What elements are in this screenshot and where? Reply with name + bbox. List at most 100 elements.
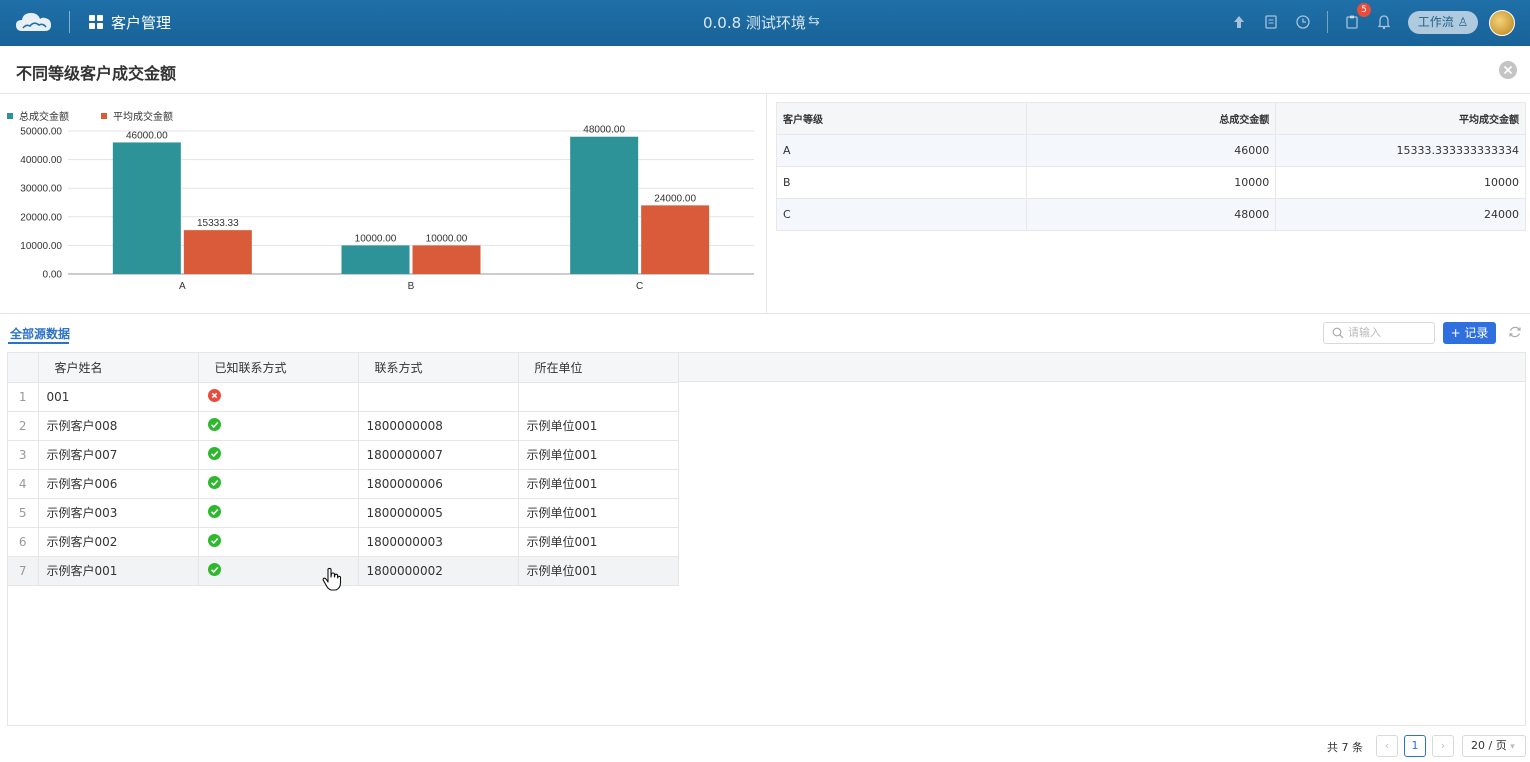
search-box[interactable] bbox=[1323, 322, 1435, 344]
table-row[interactable]: 5 示例客户003 1800000005 示例单位001 bbox=[8, 498, 679, 528]
data-label: 10000.00 bbox=[426, 233, 468, 244]
swap-icon[interactable]: ⇆ bbox=[808, 13, 820, 29]
logo-icon[interactable] bbox=[14, 9, 54, 35]
summary-cell: B bbox=[776, 166, 1027, 199]
unit-cell[interactable]: 示例单位001 bbox=[518, 556, 679, 586]
unit-cell[interactable] bbox=[518, 382, 679, 412]
known-contact-cell[interactable] bbox=[198, 498, 359, 528]
top-bar: 客户管理 0.0.8 测试环境 ⇆ 5 工作流 ♙ bbox=[0, 0, 1530, 46]
bell-icon[interactable] bbox=[1376, 14, 1392, 30]
table-row[interactable]: 6 示例客户002 1800000003 示例单位001 bbox=[8, 527, 679, 557]
y-tick-label: 10000.00 bbox=[20, 241, 62, 252]
unit-cell[interactable]: 示例单位001 bbox=[518, 440, 679, 470]
tab-underline bbox=[8, 342, 69, 344]
known-contact-cell[interactable] bbox=[198, 382, 359, 412]
row-number[interactable]: 2 bbox=[8, 411, 39, 441]
search-input[interactable] bbox=[1348, 325, 1430, 341]
summary-row: B 10000 10000 bbox=[776, 166, 1526, 199]
check-circle-icon bbox=[207, 417, 221, 431]
unit-cell[interactable]: 示例单位001 bbox=[518, 411, 679, 441]
phone-cell[interactable]: 1800000003 bbox=[358, 527, 519, 557]
phone-cell[interactable]: 1800000007 bbox=[358, 440, 519, 470]
chart-plot: 0.00 10000.00 20000.00 30000.00 40000.00 5000… bbox=[20, 125, 754, 292]
summary-row: C 48000 24000 bbox=[776, 198, 1526, 231]
topbar-divider bbox=[1327, 11, 1328, 33]
row-number[interactable]: 3 bbox=[8, 440, 39, 470]
prev-page-button[interactable]: ‹ bbox=[1376, 735, 1398, 757]
topbar-divider bbox=[69, 11, 70, 33]
bar bbox=[641, 205, 710, 274]
document-icon[interactable] bbox=[1263, 14, 1279, 30]
known-contact-cell[interactable] bbox=[198, 469, 359, 499]
table-row[interactable]: 4 示例客户006 1800000006 示例单位001 bbox=[8, 469, 679, 499]
customer-name-cell[interactable]: 示例客户002 bbox=[38, 527, 199, 557]
customer-name-cell[interactable]: 示例客户008 bbox=[38, 411, 199, 441]
table-row[interactable]: 1 001 bbox=[8, 382, 679, 412]
bar-chart: 总成交金额 平均成交金额 0.00 10000.00 20000.00 30000.0… bbox=[0, 95, 766, 313]
workflow-button[interactable]: 工作流 ♙ bbox=[1408, 11, 1478, 34]
clock-icon[interactable] bbox=[1295, 14, 1311, 30]
known-contact-cell[interactable] bbox=[198, 440, 359, 470]
x-tick-label: B bbox=[408, 281, 415, 292]
data-grid: 客户姓名 已知联系方式 联系方式 所在单位 1 001 2 示例客户008 180000… bbox=[7, 352, 1526, 726]
y-tick-label: 20000.00 bbox=[20, 212, 62, 223]
data-label: 46000.00 bbox=[126, 130, 168, 141]
customer-name-cell[interactable]: 示例客户007 bbox=[38, 440, 199, 470]
row-number[interactable]: 6 bbox=[8, 527, 39, 557]
avatar[interactable] bbox=[1489, 10, 1515, 36]
summary-cell: 10000 bbox=[1025, 166, 1277, 199]
unit-cell[interactable]: 示例单位001 bbox=[518, 527, 679, 557]
customer-name-cell[interactable]: 示例客户003 bbox=[38, 498, 199, 528]
add-record-button[interactable]: + 记录 bbox=[1443, 322, 1496, 344]
table-row[interactable]: 7 示例客户001 1800000002 示例单位001 bbox=[8, 556, 679, 586]
refresh-icon[interactable] bbox=[1508, 325, 1522, 339]
row-number[interactable]: 1 bbox=[8, 382, 39, 412]
row-number[interactable]: 5 bbox=[8, 498, 39, 528]
page-size-select[interactable]: 20 / 页 ▾ bbox=[1462, 735, 1526, 757]
summary-cell: C bbox=[776, 198, 1027, 231]
data-label: 24000.00 bbox=[654, 193, 696, 204]
chevron-down-icon: ▾ bbox=[1510, 742, 1515, 752]
check-circle-icon bbox=[207, 504, 221, 518]
clipboard-icon[interactable] bbox=[1344, 14, 1360, 30]
summary-header[interactable]: 平均成交金额 bbox=[1275, 102, 1526, 135]
check-circle-icon bbox=[207, 446, 221, 460]
phone-cell[interactable]: 1800000008 bbox=[358, 411, 519, 441]
unit-cell[interactable]: 示例单位001 bbox=[518, 498, 679, 528]
row-number[interactable]: 4 bbox=[8, 469, 39, 499]
app-name[interactable]: 客户管理 bbox=[111, 12, 171, 33]
phone-cell[interactable]: 1800000005 bbox=[358, 498, 519, 528]
summary-cell: 10000 bbox=[1275, 166, 1526, 199]
column-header[interactable]: 已知联系方式 bbox=[198, 353, 359, 383]
row-number[interactable]: 7 bbox=[8, 556, 39, 586]
known-contact-cell[interactable] bbox=[198, 411, 359, 441]
page-number[interactable]: 1 bbox=[1404, 735, 1426, 757]
summary-header[interactable]: 客户等级 bbox=[776, 102, 1027, 135]
grid-icon bbox=[89, 15, 103, 29]
table-row[interactable]: 3 示例客户007 1800000007 示例单位001 bbox=[8, 440, 679, 470]
phone-cell[interactable] bbox=[358, 382, 519, 412]
phone-cell[interactable]: 1800000002 bbox=[358, 556, 519, 586]
upload-icon[interactable] bbox=[1231, 14, 1247, 30]
column-header[interactable]: 联系方式 bbox=[358, 353, 519, 383]
known-contact-cell[interactable] bbox=[198, 527, 359, 557]
column-header[interactable]: 客户姓名 bbox=[38, 353, 199, 383]
next-page-button[interactable]: › bbox=[1432, 735, 1454, 757]
summary-header[interactable]: 总成交金额 bbox=[1025, 102, 1277, 135]
y-tick-label: 0.00 bbox=[43, 270, 63, 281]
divider bbox=[766, 94, 767, 313]
customer-name-cell[interactable]: 001 bbox=[38, 382, 199, 412]
tab-all-source-data[interactable]: 全部源数据 bbox=[10, 325, 70, 342]
customer-name-cell[interactable]: 示例客户001 bbox=[38, 556, 199, 586]
notification-badge: 5 bbox=[1357, 3, 1371, 17]
y-tick-label: 40000.00 bbox=[20, 155, 62, 166]
customer-name-cell[interactable]: 示例客户006 bbox=[38, 469, 199, 499]
column-header[interactable]: 所在单位 bbox=[518, 353, 679, 383]
table-row[interactable]: 2 示例客户008 1800000008 示例单位001 bbox=[8, 411, 679, 441]
table-header-row: 客户姓名 已知联系方式 联系方式 所在单位 bbox=[8, 353, 679, 383]
phone-cell[interactable]: 1800000006 bbox=[358, 469, 519, 499]
close-icon[interactable] bbox=[1499, 61, 1517, 79]
unit-cell[interactable]: 示例单位001 bbox=[518, 469, 679, 499]
data-label: 48000.00 bbox=[583, 125, 625, 136]
summary-header-row: 客户等级 总成交金额 平均成交金额 bbox=[776, 102, 1526, 135]
